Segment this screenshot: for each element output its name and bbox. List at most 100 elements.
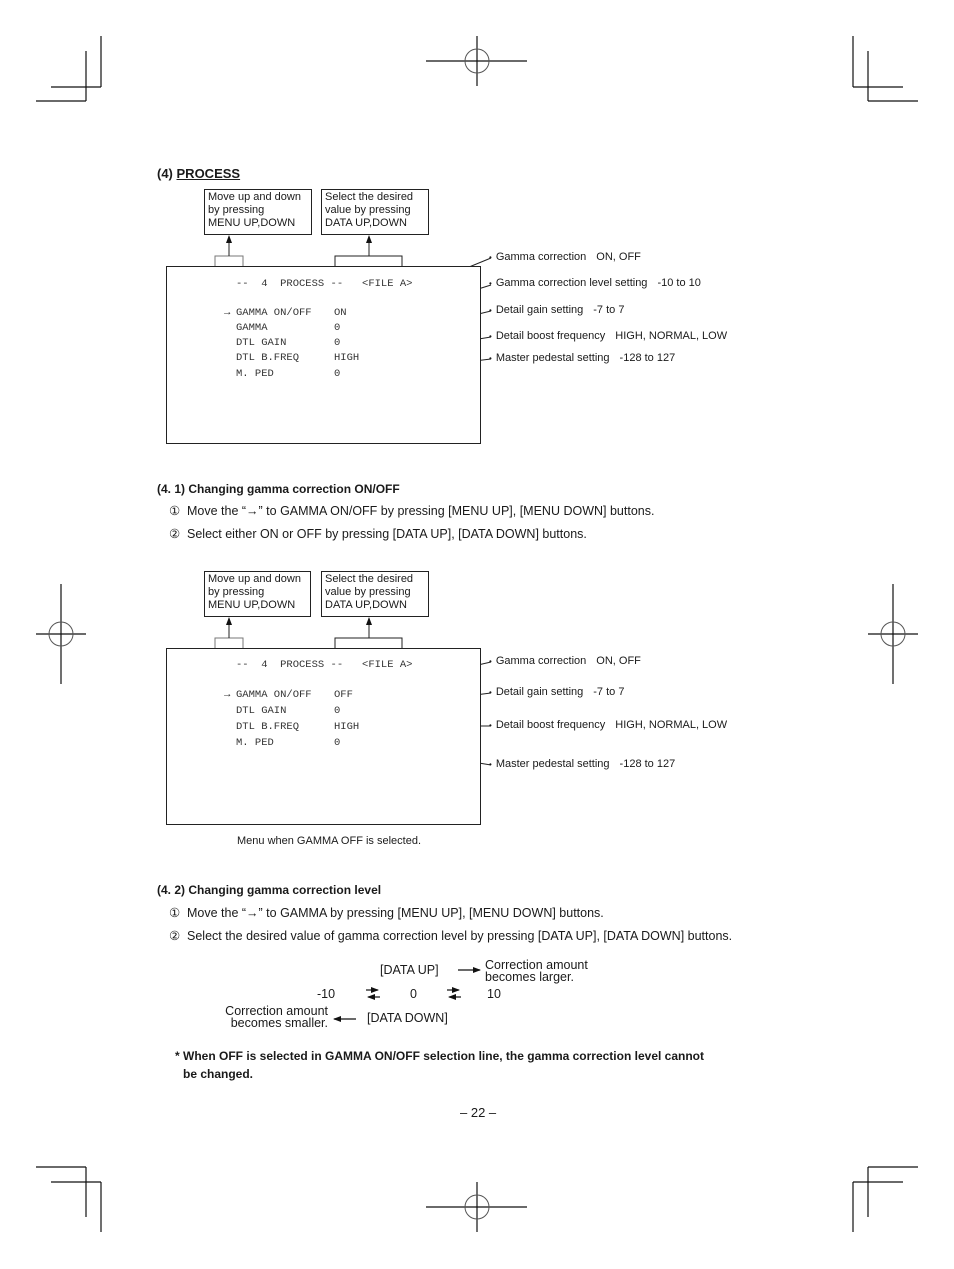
figure-caption: Menu when GAMMA OFF is selected.: [237, 835, 422, 847]
annotation-range: HIGH, NORMAL, LOW: [615, 330, 728, 342]
osd-row-value: HIGH: [334, 721, 360, 733]
level-mid: 0: [410, 987, 417, 1001]
step-text: Move the “→” to GAMMA by pressing [MENU …: [187, 906, 604, 920]
subsection-heading-4-1: (4. 1) Changing gamma correction ON/OFF: [157, 482, 400, 496]
registration-target-top: [426, 36, 527, 86]
annotation-name: Detail gain setting: [495, 304, 584, 316]
process-menu-screen-gamma-off: [166, 648, 481, 825]
subsection-number: (4. 1): [157, 482, 186, 496]
step-number: ①: [169, 906, 181, 920]
annotation: • Gamma correction ON, OFF: [489, 655, 641, 667]
osd-row-value: 0: [334, 737, 341, 749]
osd-header: -- 4 PROCESS -- <FILE A>: [236, 659, 413, 671]
callout-line: MENU UP,DOWN: [208, 217, 296, 229]
menu-updown-callout: Move up and down by pressing MENU UP,DOW…: [204, 571, 311, 617]
section-title: PROCESS: [176, 166, 241, 181]
osd-row-value: 0: [334, 705, 341, 717]
osd-row-value: 0: [334, 337, 341, 349]
osd-row-value: OFF: [334, 689, 353, 701]
data-down-label: [DATA DOWN]: [367, 1011, 448, 1025]
osd-row-label[interactable]: DTL GAIN: [236, 705, 286, 717]
data-updown-callout: Select the desired value by pressing DAT…: [321, 189, 429, 235]
annotation-name: Master pedestal setting: [495, 758, 610, 770]
callout-line: DATA UP,DOWN: [325, 599, 407, 611]
osd-row-label[interactable]: GAMMA ON/OFF: [236, 307, 312, 319]
larger-note: Correction amount becomes larger.: [485, 959, 588, 984]
callout-line: MENU UP,DOWN: [208, 599, 296, 611]
annotation: • Master pedestal setting -128 to 127: [489, 758, 675, 770]
note-line: becomes larger.: [485, 970, 574, 984]
section-number: (4): [157, 166, 173, 181]
annotation-name: Gamma correction: [495, 251, 587, 263]
osd-row-label[interactable]: GAMMA: [236, 322, 268, 334]
osd-row-label[interactable]: M. PED: [236, 368, 274, 380]
annotation: • Detail gain setting -7 to 7: [489, 304, 624, 316]
annotation-range: ON, OFF: [596, 655, 641, 667]
note-line: * When OFF is selected in GAMMA ON/OFF s…: [175, 1049, 704, 1063]
bullet-icon: •: [489, 305, 492, 315]
data-up-label: [DATA UP]: [380, 963, 439, 977]
crop-mark-top-left: [36, 36, 102, 102]
callout-line: Select the desired: [325, 191, 414, 203]
annotation: • Detail boost frequency HIGH, NORMAL, LOW: [489, 719, 727, 731]
osd-row-label[interactable]: DTL GAIN: [236, 337, 286, 349]
osd-row-label[interactable]: GAMMA ON/OFF: [236, 689, 312, 701]
annotation: • Gamma correction ON, OFF: [489, 251, 641, 263]
step-text: Select either ON or OFF by pressing [DAT…: [187, 527, 587, 541]
registration-target-right: [868, 584, 918, 684]
level-max: 10: [487, 987, 501, 1001]
callout-line: DATA UP,DOWN: [325, 217, 407, 229]
step-number: ②: [169, 929, 181, 943]
step-number: ①: [169, 504, 181, 518]
subsection-title: Changing gamma correction level: [188, 883, 382, 897]
bullet-icon: •: [489, 759, 492, 769]
callout-line: value by pressing: [325, 204, 411, 216]
registration-target-left: [36, 584, 86, 684]
bullet-icon: •: [489, 331, 492, 341]
osd-row-label[interactable]: DTL B.FREQ: [236, 352, 299, 364]
subsection-title: Changing gamma correction ON/OFF: [188, 482, 400, 496]
osd-row-label[interactable]: DTL B.FREQ: [236, 721, 299, 733]
menu-updown-callout: Move up and down by pressing MENU UP,DOW…: [204, 189, 312, 235]
annotation: • Detail gain setting -7 to 7: [489, 686, 624, 698]
annotation-name: Detail boost frequency: [495, 330, 606, 342]
annotation-name: Gamma correction level setting: [495, 277, 648, 289]
note-line: be changed.: [183, 1067, 254, 1081]
registration-target-bottom: [426, 1182, 527, 1232]
callout-line: Move up and down: [208, 573, 301, 585]
process-menu-screen-gamma-on: [166, 266, 481, 444]
annotation-range: HIGH, NORMAL, LOW: [615, 719, 728, 731]
subsection-heading-4-2: (4. 2) Changing gamma correction level: [157, 883, 381, 897]
callout-line: value by pressing: [325, 586, 411, 598]
instruction-step: ① Move the “→” to GAMMA ON/OFF by pressin…: [169, 503, 654, 518]
annotation-range: -7 to 7: [593, 686, 625, 698]
bullet-icon: •: [489, 278, 492, 288]
bullet-icon: •: [489, 687, 492, 697]
bullet-icon: •: [489, 656, 492, 666]
smaller-note: Correction amount becomes smaller.: [222, 1005, 328, 1030]
bullet-icon: •: [489, 252, 492, 262]
instruction-step: ② Select either ON or OFF by pressing [DA…: [169, 526, 587, 541]
callout-line: by pressing: [208, 204, 265, 216]
annotation-range: ON, OFF: [596, 251, 641, 263]
annotation-range: -7 to 7: [593, 304, 625, 316]
osd-row-label[interactable]: M. PED: [236, 737, 274, 749]
annotation-name: Detail boost frequency: [495, 719, 606, 731]
osd-row-value: 0: [334, 322, 341, 334]
annotation-name: Gamma correction: [495, 655, 587, 667]
annotation-name: Detail gain setting: [495, 686, 584, 698]
annotation: • Gamma correction level setting -10 to 10: [489, 277, 701, 289]
annotation-range: -128 to 127: [619, 352, 676, 364]
menu-cursor-arrow: →: [224, 307, 231, 319]
osd-row-value: HIGH: [334, 352, 360, 364]
annotation-range: -10 to 10: [657, 277, 701, 289]
warning-note: * When OFF is selected in GAMMA ON/OFF s…: [175, 1047, 704, 1083]
bullet-icon: •: [489, 720, 492, 730]
callout-line: by pressing: [208, 586, 265, 598]
crop-mark-bottom-right: [852, 1166, 918, 1232]
osd-row-value: ON: [334, 307, 347, 319]
callout-line: Move up and down: [208, 191, 301, 203]
annotation: • Master pedestal setting -128 to 127: [489, 352, 675, 364]
instruction-step: ② Select the desired value of gamma corre…: [169, 928, 732, 943]
level-min: -10: [317, 987, 336, 1001]
